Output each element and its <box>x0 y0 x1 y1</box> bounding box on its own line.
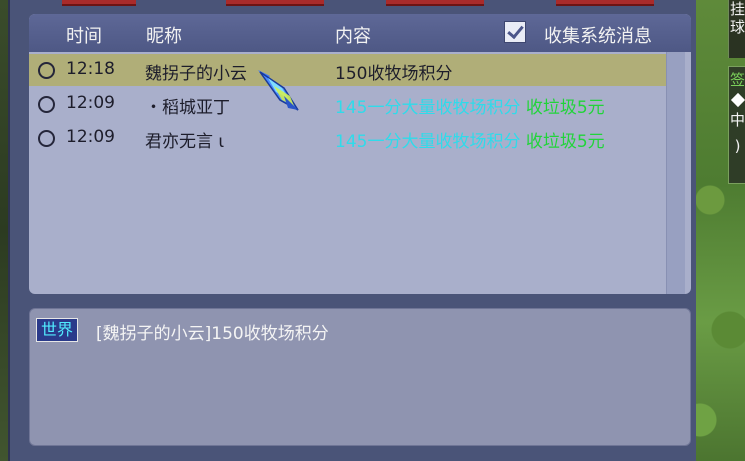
top-tab-strip <box>10 0 696 6</box>
list-item[interactable]: 12:09 君亦无言 ι 145一分大量收牧场积分 收垃圾5元 <box>29 122 666 154</box>
message-text-cyan: 145一分大量收牧场积分 <box>335 132 526 152</box>
header-nickname: 昵称 <box>146 26 182 47</box>
message-time: 12:09 <box>66 93 115 113</box>
diamond-icon <box>730 92 745 108</box>
message-content-line: 145一分大量收牧场积分 收垃圾5元 <box>335 93 605 118</box>
right-tab-label-3: ) <box>734 137 741 155</box>
detail-message-text: [魏拐子的小云]150收牧场积分 <box>96 324 329 344</box>
message-nickname: 君亦无言 ι <box>145 132 225 152</box>
right-tab-label-1: 签 <box>729 71 745 89</box>
channel-badge: 世界 <box>36 318 79 342</box>
message-time: 12:09 <box>66 127 115 147</box>
message-content: 150收牧场积分 <box>335 59 452 84</box>
message-content: 145一分大量收牧场积分 收垃圾5元 <box>335 88 666 120</box>
top-tab-3[interactable] <box>386 0 484 6</box>
right-tab-label-2: 中 <box>729 111 745 129</box>
chat-message-panel: 时间 昵称 内容 收集系统消息 12:18 魏拐子的小云 150收牧场积分 12… <box>8 0 696 461</box>
list-item[interactable]: 12:18 魏拐子的小云 150收牧场积分 <box>29 54 666 86</box>
header-time: 时间 <box>66 26 102 47</box>
message-nickname: 魏拐子的小云 <box>145 64 247 84</box>
message-content: 145一分大量收牧场积分 收垃圾5元 <box>335 122 666 154</box>
list-header: 时间 昵称 内容 收集系统消息 <box>29 14 691 52</box>
crystal-pointer-cursor-icon <box>258 70 299 111</box>
collect-system-label[interactable]: 收集系统消息 <box>544 22 652 48</box>
message-text-cyan: 145一分大量收牧场积分 <box>335 98 526 118</box>
message-nickname: ・稻城亚丁 <box>145 98 230 118</box>
right-side-button-top[interactable]: 挂 球 <box>728 0 745 58</box>
right-side-button-mid[interactable]: 签 中 ) <box>728 66 745 184</box>
collect-system-checkbox[interactable] <box>504 21 526 43</box>
list-item[interactable]: 12:09 ・稻城亚丁 145一分大量收牧场积分 收垃圾5元 <box>29 88 666 120</box>
message-time: 12:18 <box>66 59 115 79</box>
message-content-line: 145一分大量收牧场积分 收垃圾5元 <box>335 127 605 152</box>
radio-icon[interactable] <box>38 130 55 147</box>
list-scrollbar[interactable] <box>666 52 685 294</box>
top-tab-1[interactable] <box>62 0 136 6</box>
message-text: 150收牧场积分 <box>335 64 453 84</box>
message-list: 时间 昵称 内容 收集系统消息 12:18 魏拐子的小云 150收牧场积分 12… <box>29 14 691 294</box>
header-content: 内容 <box>335 26 371 47</box>
message-detail-box: 世界 [魏拐子的小云]150收牧场积分 <box>29 308 691 446</box>
top-tab-4[interactable] <box>556 0 654 6</box>
message-text-green: 收垃圾5元 <box>525 132 605 152</box>
radio-icon[interactable] <box>38 62 55 79</box>
top-tab-2[interactable] <box>226 0 324 6</box>
radio-icon[interactable] <box>38 96 55 113</box>
message-text-green: 收垃圾5元 <box>525 98 605 118</box>
